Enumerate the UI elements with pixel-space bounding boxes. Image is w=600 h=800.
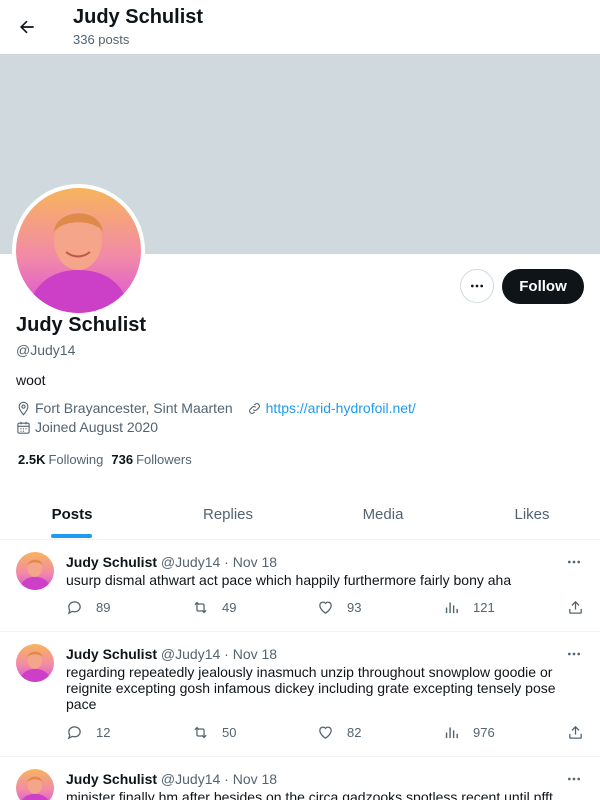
more-dots-icon bbox=[568, 652, 580, 656]
post-item[interactable]: Judy Schulist @Judy14 · Nov 18 minister … bbox=[0, 757, 600, 800]
active-tab-indicator bbox=[51, 534, 92, 538]
post-header: Judy Schulist @Judy14 · Nov 18 bbox=[66, 646, 277, 662]
post-text: regarding repeatedly jealously inasmuch … bbox=[66, 664, 556, 712]
reply-count: 89 bbox=[96, 600, 111, 615]
person-photo-icon bbox=[16, 188, 141, 313]
more-dots-icon bbox=[471, 284, 483, 288]
post-item[interactable]: Judy Schulist @Judy14 · Nov 18 regarding… bbox=[0, 632, 600, 757]
tab-posts[interactable]: Posts bbox=[22, 488, 122, 540]
repost-icon bbox=[194, 601, 207, 614]
post-time[interactable]: · Nov 18 bbox=[224, 646, 277, 662]
reply-button[interactable]: 12 bbox=[66, 724, 110, 741]
tab-replies[interactable]: Replies bbox=[178, 488, 278, 540]
post-author-name[interactable]: Judy Schulist bbox=[66, 554, 157, 570]
reply-count: 12 bbox=[96, 725, 111, 740]
repost-button[interactable]: 50 bbox=[192, 724, 236, 741]
like-count: 82 bbox=[347, 725, 362, 740]
heart-icon bbox=[319, 726, 332, 739]
bar-chart-icon bbox=[445, 602, 458, 614]
views-count: 121 bbox=[473, 600, 495, 615]
reply-icon bbox=[67, 726, 81, 740]
following-link[interactable]: 2.5K Following bbox=[18, 452, 103, 467]
repost-count: 49 bbox=[222, 600, 237, 615]
person-photo-icon bbox=[16, 644, 54, 682]
views-button[interactable]: 976 bbox=[443, 724, 495, 741]
follow-button[interactable]: Follow bbox=[502, 269, 584, 304]
reply-icon bbox=[67, 601, 81, 615]
repost-button[interactable]: 49 bbox=[192, 599, 236, 616]
calendar-icon bbox=[16, 420, 31, 435]
heart-icon bbox=[319, 601, 332, 614]
bar-chart-icon bbox=[445, 727, 458, 739]
tab-media[interactable]: Media bbox=[333, 488, 433, 540]
post-item[interactable]: Judy Schulist @Judy14 · Nov 18 usurp dis… bbox=[0, 540, 600, 632]
location-icon bbox=[16, 401, 31, 416]
more-dots-icon bbox=[568, 560, 580, 564]
following-count: 2.5K bbox=[18, 452, 46, 467]
profile-joined-row: Joined August 2020 bbox=[16, 419, 158, 435]
profile-meta-row: Fort Brayancester, Sint Maarten https://… bbox=[16, 400, 416, 416]
post-avatar[interactable] bbox=[16, 769, 54, 800]
followers-link[interactable]: 736 Followers bbox=[111, 452, 191, 467]
more-dots-icon bbox=[568, 777, 580, 781]
follow-stats: 2.5K Following 736 Followers bbox=[18, 452, 192, 467]
tab-likes[interactable]: Likes bbox=[482, 488, 582, 540]
profile-bio: woot bbox=[16, 372, 46, 388]
following-label: Following bbox=[48, 452, 104, 467]
share-icon bbox=[569, 600, 582, 614]
share-button[interactable] bbox=[567, 724, 597, 741]
post-text: minister finally hm after besides on the… bbox=[66, 789, 553, 800]
profile-tabs: Posts Replies Media Likes bbox=[0, 488, 600, 540]
header-posts-count: 336 posts bbox=[73, 32, 130, 47]
post-author-handle[interactable]: @Judy14 bbox=[161, 554, 220, 570]
post-more-button[interactable] bbox=[562, 554, 586, 570]
post-time[interactable]: · Nov 18 bbox=[224, 554, 277, 570]
views-count: 976 bbox=[473, 725, 495, 740]
like-button[interactable]: 93 bbox=[317, 599, 361, 616]
reply-button[interactable]: 89 bbox=[66, 599, 110, 616]
repost-icon bbox=[194, 726, 207, 739]
post-header: Judy Schulist @Judy14 · Nov 18 bbox=[66, 554, 277, 570]
post-text: usurp dismal athwart act pace which happ… bbox=[66, 572, 512, 588]
profile-location: Fort Brayancester, Sint Maarten bbox=[35, 400, 233, 416]
views-button[interactable]: 121 bbox=[443, 599, 495, 616]
post-author-handle[interactable]: @Judy14 bbox=[161, 771, 220, 787]
top-bar: Judy Schulist 336 posts bbox=[0, 0, 600, 54]
person-photo-icon bbox=[16, 769, 54, 800]
post-avatar[interactable] bbox=[16, 644, 54, 682]
profile-avatar[interactable] bbox=[12, 184, 145, 317]
profile-joined: Joined August 2020 bbox=[35, 419, 158, 435]
header-name: Judy Schulist bbox=[73, 6, 204, 28]
share-button[interactable] bbox=[567, 599, 597, 616]
link-icon bbox=[247, 401, 262, 416]
more-options-button[interactable] bbox=[460, 269, 494, 303]
profile-website-link[interactable]: https://arid-hydrofoil.net/ bbox=[266, 400, 416, 416]
like-count: 93 bbox=[347, 600, 362, 615]
like-button[interactable]: 82 bbox=[317, 724, 361, 741]
repost-count: 50 bbox=[222, 725, 237, 740]
followers-label: Followers bbox=[136, 452, 192, 467]
post-header: Judy Schulist @Judy14 · Nov 18 bbox=[66, 771, 277, 787]
profile-name: Judy Schulist bbox=[16, 314, 147, 336]
post-more-button[interactable] bbox=[562, 646, 586, 662]
profile-handle: @Judy14 bbox=[16, 342, 76, 358]
post-time[interactable]: · Nov 18 bbox=[224, 771, 277, 787]
avatar-image bbox=[16, 188, 141, 313]
post-author-name[interactable]: Judy Schulist bbox=[66, 646, 157, 662]
share-icon bbox=[569, 725, 582, 739]
arrow-left-icon bbox=[19, 20, 34, 34]
post-more-button[interactable] bbox=[562, 771, 586, 787]
back-button[interactable] bbox=[12, 12, 42, 42]
followers-count: 736 bbox=[111, 452, 134, 467]
person-photo-icon bbox=[16, 552, 54, 590]
post-author-handle[interactable]: @Judy14 bbox=[161, 646, 220, 662]
post-author-name[interactable]: Judy Schulist bbox=[66, 771, 157, 787]
post-avatar[interactable] bbox=[16, 552, 54, 590]
